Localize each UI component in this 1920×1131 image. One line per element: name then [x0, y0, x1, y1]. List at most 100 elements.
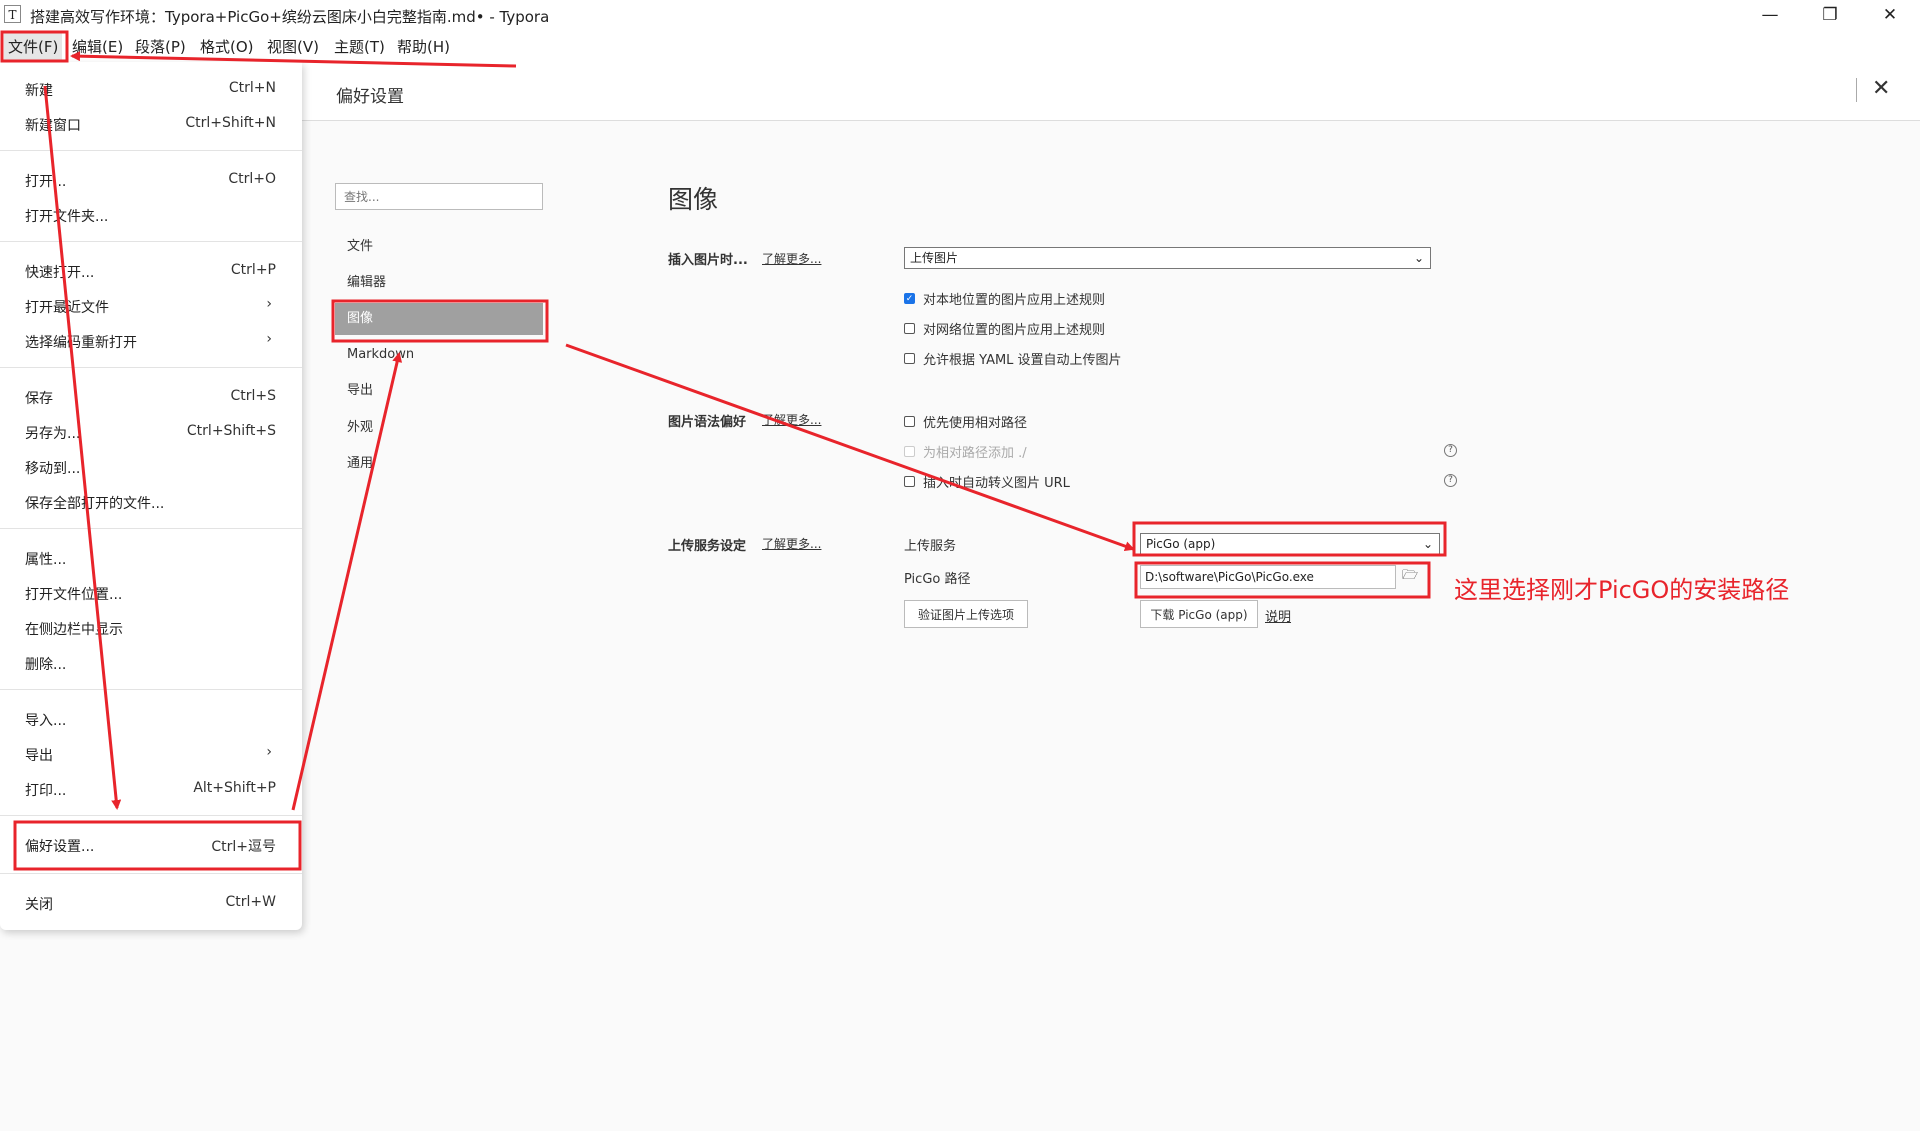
checkbox-icon — [904, 476, 915, 487]
menu-item-shortcut: Ctrl+S — [230, 388, 276, 404]
apply-network-images-checkbox[interactable]: 对网络位置的图片应用上述规则 — [904, 319, 1105, 338]
menu-item-label: 保存全部打开的文件... — [25, 496, 165, 512]
upload-service-select[interactable]: PicGo (app) ⌄ — [1140, 533, 1440, 555]
nav-image[interactable]: 图像 — [335, 303, 543, 335]
menu-theme[interactable]: 主题(T) — [334, 36, 385, 57]
menu-item-shortcut: Ctrl+N — [228, 80, 276, 96]
menu-item-import[interactable]: 导入... — [0, 702, 302, 736]
menu-item-preferences[interactable]: 偏好设置... Ctrl+逗号 — [0, 828, 302, 862]
menu-format[interactable]: 格式(O) — [200, 36, 254, 57]
apply-local-images-label: 对本地位置的图片应用上述规则 — [923, 293, 1106, 308]
menu-item-shortcut: Ctrl+P — [230, 262, 276, 278]
documentation-link[interactable]: 说明 — [1265, 606, 1291, 625]
insert-image-select[interactable]: 上传图片 ⌄ — [904, 247, 1431, 269]
menu-item-label: 打开最近文件 — [25, 300, 109, 316]
close-preferences-icon[interactable]: ✕ — [1872, 76, 1890, 101]
header-divider — [1856, 78, 1857, 102]
menu-item-label: 另存为... — [25, 426, 81, 442]
preferences-header: 偏好设置 ✕ — [300, 62, 1920, 121]
menu-separator — [0, 367, 302, 368]
menu-separator — [0, 241, 302, 242]
arrow-to-upload-service — [565, 343, 1135, 551]
menu-separator — [0, 873, 302, 874]
chevron-right-icon: › — [266, 331, 272, 347]
menu-item-label: 移动到... — [25, 461, 81, 477]
checkbox-icon — [904, 416, 915, 427]
escape-image-url-label: 插入时自动转义图片 URL — [923, 476, 1070, 491]
menu-item-print[interactable]: 打印... Alt+Shift+P — [0, 772, 302, 806]
minimize-button[interactable]: — — [1740, 0, 1800, 29]
checkbox-disabled-icon — [904, 446, 915, 457]
image-syntax-label: 图片语法偏好 — [668, 415, 747, 430]
nav-editor[interactable]: 编辑器 — [335, 267, 543, 299]
folder-icon[interactable]: 🗁 — [1400, 566, 1420, 586]
nav-markdown[interactable]: Markdown — [335, 339, 543, 371]
menu-help[interactable]: 帮助(H) — [397, 36, 450, 57]
help-icon[interactable]: ? — [1444, 444, 1457, 457]
menu-item-close[interactable]: 关闭 Ctrl+W — [0, 886, 302, 920]
menu-item-new[interactable]: 新建 Ctrl+N — [0, 72, 302, 106]
menu-item-delete[interactable]: 删除... — [0, 646, 302, 680]
menu-item-reopen-with-encoding[interactable]: 选择编码重新打开 › — [0, 324, 302, 358]
menu-item-properties[interactable]: 属性... — [0, 541, 302, 575]
add-dot-slash-checkbox: 为相对路径添加 ./ — [904, 442, 1027, 461]
menu-item-open-file-location[interactable]: 打开文件位置... — [0, 576, 302, 610]
download-picgo-button[interactable]: 下载 PicGo (app) — [1140, 600, 1258, 628]
menu-item-open-folder[interactable]: 打开文件夹... — [0, 198, 302, 232]
nav-file[interactable]: 文件 — [335, 231, 543, 263]
verify-upload-button[interactable]: 验证图片上传选项 — [904, 600, 1028, 628]
menu-item-label: 在侧边栏中显示 — [25, 622, 123, 638]
yaml-auto-upload-checkbox[interactable]: 允许根据 YAML 设置自动上传图片 — [904, 349, 1122, 368]
menu-item-shortcut: Ctrl+W — [225, 894, 276, 910]
upload-service-select-value: PicGo (app) — [1146, 537, 1216, 551]
menu-view[interactable]: 视图(V) — [267, 36, 319, 57]
nav-appearance[interactable]: 外观 — [335, 412, 543, 444]
menu-item-shortcut: Ctrl+逗号 — [211, 839, 276, 855]
menu-item-move-to[interactable]: 移动到... — [0, 450, 302, 484]
typora-app-icon: T — [4, 5, 21, 23]
menu-item-open-recent[interactable]: 打开最近文件 › — [0, 289, 302, 323]
escape-image-url-checkbox[interactable]: 插入时自动转义图片 URL — [904, 472, 1070, 491]
apply-local-images-checkbox[interactable]: ✓ 对本地位置的图片应用上述规则 — [904, 289, 1105, 308]
picgo-path-input[interactable]: D:\software\PicGo\PicGo.exe — [1140, 565, 1396, 589]
image-syntax-learn-more-link[interactable]: 了解更多... — [762, 411, 821, 428]
upload-service-learn-more-link[interactable]: 了解更多... — [762, 535, 821, 552]
menu-file[interactable]: 文件(F) — [4, 33, 63, 60]
menu-item-label: 打开... — [25, 174, 67, 190]
menu-item-save-as[interactable]: 另存为... Ctrl+Shift+S — [0, 415, 302, 449]
chevron-right-icon: › — [266, 744, 272, 760]
menu-item-label: 属性... — [25, 552, 67, 568]
add-dot-slash-label: 为相对路径添加 ./ — [923, 446, 1027, 461]
menu-item-shortcut: Ctrl+Shift+S — [186, 423, 276, 439]
menu-item-save[interactable]: 保存 Ctrl+S — [0, 380, 302, 414]
menu-item-label: 保存 — [25, 391, 53, 407]
help-icon[interactable]: ? — [1444, 474, 1457, 487]
title-bar: T 搭建高效写作环境：Typora+PicGo+缤纷云图床小白完整指南.md• … — [0, 0, 1920, 29]
menu-item-open[interactable]: 打开... Ctrl+O — [0, 163, 302, 197]
checkbox-checked-icon: ✓ — [904, 293, 915, 304]
menu-paragraph[interactable]: 段落(P) — [135, 36, 186, 57]
annotation-text: 这里选择刚才PicGO的安装路径 — [1454, 576, 1790, 604]
menu-item-shortcut: Ctrl+O — [228, 171, 276, 187]
nav-general[interactable]: 通用 — [335, 448, 543, 480]
menu-item-reveal-in-sidebar[interactable]: 在侧边栏中显示 — [0, 611, 302, 645]
prefer-relative-path-checkbox[interactable]: 优先使用相对路径 — [904, 412, 1027, 431]
menu-item-export[interactable]: 导出 › — [0, 737, 302, 771]
preferences-search-input[interactable] — [335, 183, 543, 210]
close-window-button[interactable]: ✕ — [1860, 0, 1920, 29]
chevron-down-icon: ⌄ — [1422, 537, 1433, 551]
menu-separator — [0, 150, 302, 151]
menu-item-quick-open[interactable]: 快速打开... Ctrl+P — [0, 254, 302, 288]
nav-export[interactable]: 导出 — [335, 375, 543, 407]
menu-item-label: 偏好设置... — [25, 839, 95, 855]
insert-image-learn-more-link[interactable]: 了解更多... — [762, 250, 821, 267]
prefer-relative-path-label: 优先使用相对路径 — [923, 416, 1028, 431]
restore-button[interactable]: ❐ — [1800, 0, 1860, 29]
menu-item-save-all[interactable]: 保存全部打开的文件... — [0, 485, 302, 519]
menu-item-label: 删除... — [25, 657, 67, 673]
menu-edit[interactable]: 编辑(E) — [72, 36, 123, 57]
menu-item-shortcut: Ctrl+Shift+N — [185, 115, 276, 131]
menu-item-new-window[interactable]: 新建窗口 Ctrl+Shift+N — [0, 107, 302, 141]
upload-service-label: 上传服务 — [904, 539, 957, 554]
preferences-title: 偏好设置 — [336, 87, 404, 107]
